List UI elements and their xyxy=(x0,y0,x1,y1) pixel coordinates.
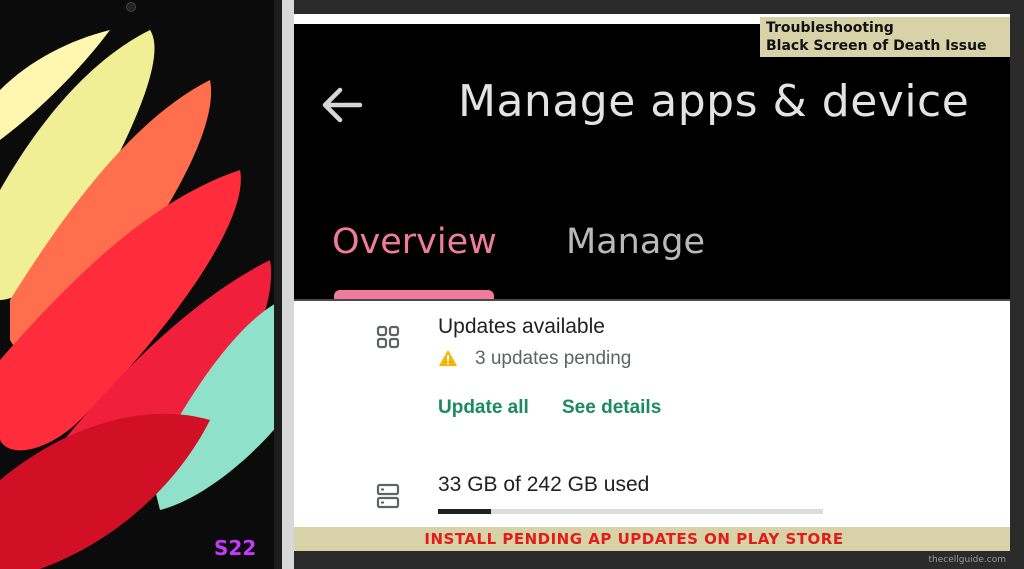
caption-text: INSTALL PENDING AP UPDATES ON PLAY STORE xyxy=(424,530,844,548)
site-watermark: thecellguide.com xyxy=(928,555,1006,565)
divider-strip xyxy=(282,0,294,569)
camera-hole xyxy=(126,2,136,12)
storage-usage-bar xyxy=(438,509,823,514)
troubleshooting-tag: Troubleshooting Black Screen of Death Is… xyxy=(760,17,1010,57)
apps-grid-icon xyxy=(376,325,400,349)
see-details-button[interactable]: See details xyxy=(562,397,661,419)
arrow-left-icon[interactable] xyxy=(318,82,364,128)
storage-icon xyxy=(376,483,400,509)
tab-manage[interactable]: Manage xyxy=(566,222,705,262)
tag-line-2: Black Screen of Death Issue xyxy=(766,38,987,54)
caption-band: INSTALL PENDING AP UPDATES ON PLAY STORE xyxy=(294,527,1010,551)
storage-usage-fill xyxy=(438,509,491,514)
update-all-button[interactable]: Update all xyxy=(438,397,529,419)
phone-image: S22 xyxy=(0,0,282,569)
play-store-screen: Manage apps & device Overview Manage Upd… xyxy=(294,14,1010,551)
app-header: Manage apps & device Overview Manage xyxy=(294,24,1010,300)
overview-content: Updates available 3 updates pending Upda… xyxy=(294,301,1010,551)
updates-pending-text: 3 updates pending xyxy=(475,348,632,369)
updates-available-title: Updates available xyxy=(438,315,605,338)
page-title: Manage apps & device xyxy=(458,76,970,127)
tag-line-1: Troubleshooting xyxy=(766,20,894,36)
warning-triangle-icon xyxy=(439,350,457,366)
phone-model-label: S22 xyxy=(214,536,257,560)
wallpaper-petals-image xyxy=(0,0,274,569)
storage-usage-text: 33 GB of 242 GB used xyxy=(438,473,650,496)
tab-overview[interactable]: Overview xyxy=(332,222,497,262)
